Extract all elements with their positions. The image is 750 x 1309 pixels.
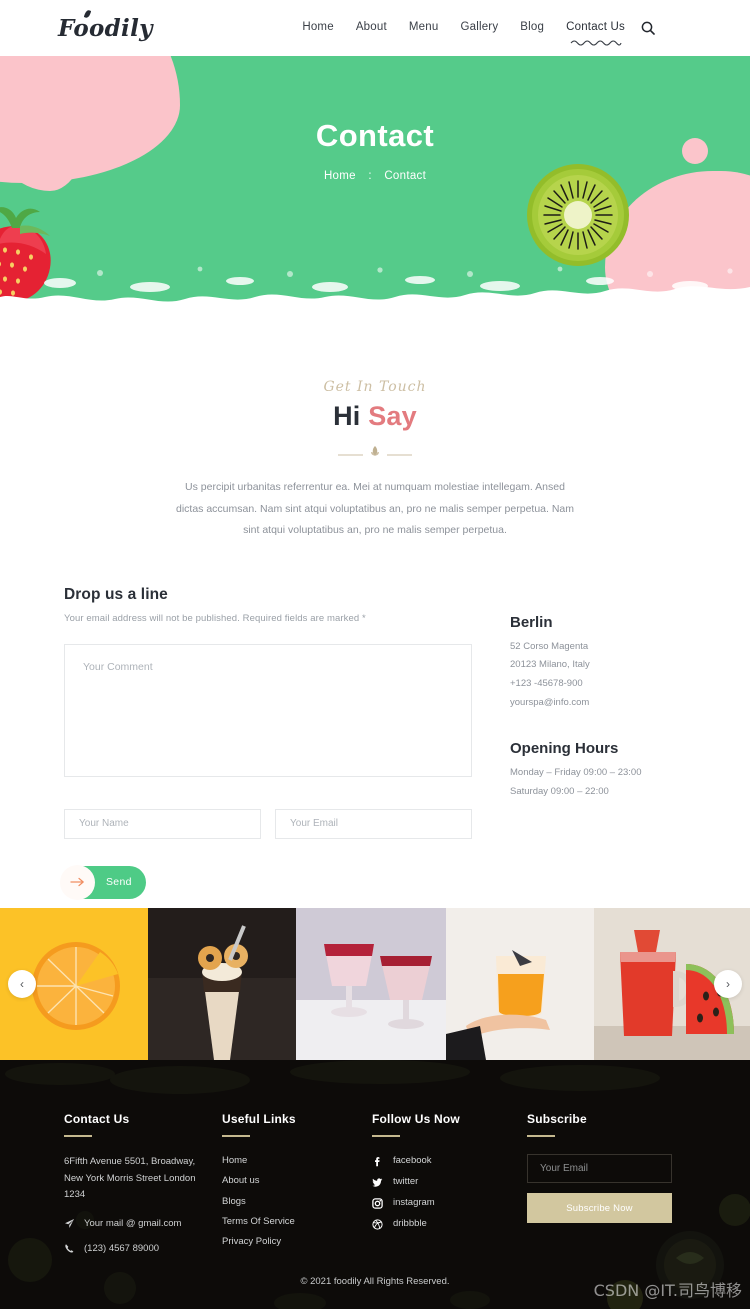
dribbble-icon (372, 1219, 383, 1230)
footer-heading-underline (222, 1135, 250, 1137)
site-header: Foodily Home About Menu Gallery Blog Con… (0, 0, 750, 56)
get-in-touch-section: Get In Touch Hi Say Us percipit urbanita… (0, 319, 750, 542)
footer-phone-text: (123) 4567 89000 (84, 1242, 160, 1254)
page-title: Contact (315, 118, 435, 153)
footer-link-blogs[interactable]: Blogs (222, 1192, 372, 1212)
hero-banner: Contact Home : Contact (0, 56, 750, 319)
breadcrumb-home[interactable]: Home (324, 170, 356, 182)
footer-subscribe-column: Subscribe Subscribe Now (527, 1112, 702, 1254)
social-link-instagram[interactable]: instagram (372, 1193, 527, 1214)
paper-plane-icon (65, 1218, 74, 1228)
carousel-item-berry-smoothie[interactable] (296, 908, 446, 1060)
form-field-row (64, 808, 472, 839)
nav-item-menu[interactable]: Menu (409, 21, 439, 35)
phone-line: +123 -45678-900 (510, 677, 583, 689)
email-input[interactable] (275, 808, 472, 839)
hours-line-2: Saturday 09:00 – 22:00 (510, 786, 609, 798)
site-footer: Contact Us 6Fifth Avenue 5501, Broadway,… (0, 1060, 750, 1309)
footer-mail-text: Your mail @ gmail.com (84, 1217, 182, 1229)
nav-item-about[interactable]: About (356, 21, 387, 35)
opening-hours-heading: Opening Hours (510, 740, 619, 758)
comment-textarea[interactable] (64, 643, 472, 777)
hamburger-menu-icon[interactable] (675, 24, 692, 32)
footer-link-about-us[interactable]: About us (222, 1171, 372, 1191)
nav-item-home[interactable]: Home (302, 21, 333, 35)
hero-bottom-splash-decoration (0, 266, 750, 319)
footer-social-heading: Follow Us Now (372, 1112, 460, 1126)
footer-heading-underline (527, 1135, 555, 1137)
breadcrumb-current: Contact (384, 170, 427, 182)
form-subheading: Your email address will not be published… (64, 612, 366, 624)
social-label-twitter: twitter (393, 1175, 419, 1187)
footer-mail-row[interactable]: Your mail @ gmail.com (64, 1218, 222, 1229)
footer-phone-row[interactable]: (123) 4567 89000 (64, 1243, 222, 1254)
footer-subscribe-heading: Subscribe (527, 1112, 587, 1126)
footer-links-column: Useful Links Home About us Blogs Terms O… (222, 1112, 372, 1254)
address-line-1: 52 Corso Magenta (510, 640, 589, 652)
send-button[interactable]: Send (60, 864, 146, 900)
name-input[interactable] (64, 808, 261, 839)
search-icon[interactable] (641, 21, 655, 35)
site-logo[interactable]: Foodily (58, 8, 153, 42)
social-label-instagram: instagram (393, 1196, 435, 1208)
nav-item-contact-us-label: Contact Us (566, 21, 625, 33)
nav-item-blog[interactable]: Blog (520, 21, 544, 35)
city-heading: Berlin (510, 613, 553, 631)
footer-contact-heading: Contact Us (64, 1112, 130, 1126)
pink-dot-decoration-2 (658, 184, 678, 204)
instagram-icon (372, 1197, 383, 1209)
arrow-right-icon (60, 864, 95, 900)
send-button-label: Send (106, 876, 132, 889)
footer-social-column: Follow Us Now facebook twitter instagram… (372, 1112, 527, 1254)
carousel-item-orange-cocktail[interactable] (446, 908, 594, 1060)
header-icon-group (641, 21, 692, 35)
social-label-dribbble: dribbble (393, 1217, 427, 1229)
contact-info: Berlin 52 Corso Magenta 20123 Milano, It… (510, 586, 642, 899)
footer-address: 6Fifth Avenue 5501, Broadway, New York M… (64, 1156, 196, 1201)
contact-form: Drop us a line Your email address will n… (60, 585, 472, 900)
footer-contact-column: Contact Us 6Fifth Avenue 5501, Broadway,… (64, 1112, 222, 1254)
main-navigation: Home About Menu Gallery Blog Contact Us (302, 21, 625, 46)
subscribe-email-input[interactable] (527, 1154, 672, 1183)
section-heading-accent: Say (368, 401, 417, 431)
section-heading-plain: Hi (333, 401, 369, 431)
social-label-facebook: facebook (393, 1155, 432, 1166)
breadcrumb-separator: : (368, 170, 372, 182)
hours-line-1: Monday – Friday 09:00 – 23:00 (510, 767, 642, 779)
carousel-next-button[interactable]: › (714, 970, 742, 998)
footer-heading-underline (64, 1135, 92, 1137)
active-nav-wave-underline (570, 40, 622, 46)
social-link-twitter[interactable]: twitter (372, 1172, 527, 1193)
leaf-divider-ornament (338, 446, 412, 456)
section-paragraph: Us percipit urbanitas referrentur ea. Me… (175, 481, 575, 537)
social-link-dribbble[interactable]: dribbble (372, 1214, 527, 1235)
image-carousel: ‹ › (0, 908, 750, 1060)
footer-link-home[interactable]: Home (222, 1151, 372, 1171)
facebook-icon (375, 1157, 380, 1167)
section-heading: Hi Say (0, 401, 750, 432)
nav-item-gallery[interactable]: Gallery (460, 21, 498, 35)
footer-links-heading: Useful Links (222, 1112, 296, 1126)
footer-heading-underline (372, 1135, 400, 1137)
carousel-prev-button[interactable]: ‹ (8, 970, 36, 998)
address-line-2: 20123 Milano, Italy (510, 659, 590, 671)
form-heading: Drop us a line (64, 585, 168, 603)
phone-icon (65, 1244, 74, 1253)
breadcrumb: Home : Contact (0, 170, 750, 182)
carousel-item-donut-milkshake[interactable] (148, 908, 296, 1060)
subscribe-now-button[interactable]: Subscribe Now (527, 1193, 672, 1223)
footer-link-privacy-policy[interactable]: Privacy Policy (222, 1232, 372, 1252)
social-link-facebook[interactable]: facebook (372, 1151, 527, 1172)
contact-section: Drop us a line Your email address will n… (0, 542, 750, 900)
footer-link-terms-of-service[interactable]: Terms Of Service (222, 1212, 372, 1232)
email-line: yourspa@info.com (510, 696, 590, 708)
section-eyebrow: Get In Touch (323, 379, 427, 395)
twitter-icon (372, 1178, 383, 1187)
logo-text: Foodily (58, 14, 153, 42)
nav-item-contact-us[interactable]: Contact Us (566, 21, 625, 46)
watermark: CSDN @IT.司鸟博移 (593, 1281, 742, 1300)
